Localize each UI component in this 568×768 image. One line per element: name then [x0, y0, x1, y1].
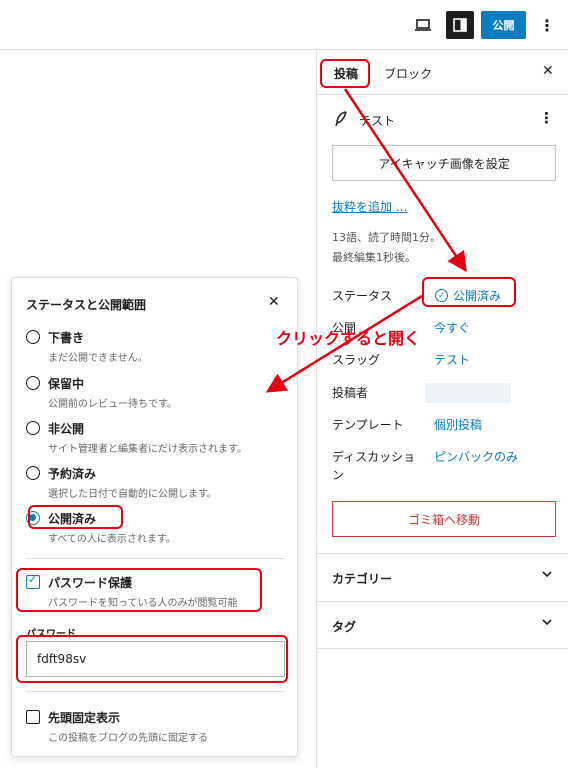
publish-button[interactable]: 公開 [481, 11, 526, 39]
sidebar-toggle-icon [453, 18, 467, 32]
option-label: 非公開 [48, 422, 85, 436]
chevron-down-icon [542, 619, 552, 626]
tab-block[interactable]: ブロック [384, 65, 432, 82]
radio-button[interactable] [26, 330, 40, 344]
popover-title: ステータスと公開範囲 [26, 298, 147, 312]
checkbox[interactable] [26, 710, 40, 724]
sticky-option[interactable]: 先頭固定表示 この投稿をブログの先頭に固定する [26, 708, 286, 748]
option-description: 公開前のレビュー待ちです。 [48, 399, 177, 410]
status-option-pending[interactable]: 保留中 公開前のレビュー待ちです。 [26, 374, 286, 414]
discussion-button[interactable]: ピンバックのみ [434, 448, 518, 465]
preview-button[interactable] [409, 11, 437, 39]
panel-title: カテゴリー [332, 572, 393, 586]
slug-label: スラッグ [332, 353, 381, 367]
option-description: サイト管理者と編集者にだけ表示されます。 [48, 444, 247, 455]
tags-panel[interactable]: タグ [317, 601, 568, 649]
highlight-box [16, 568, 262, 612]
option-label: 保留中 [48, 377, 85, 391]
template-button[interactable]: 個別投稿 [434, 416, 482, 433]
discussion-label: ディスカッション [332, 450, 416, 482]
radio-button[interactable] [26, 376, 40, 390]
option-description: この投稿をブログの先頭に固定する [48, 733, 208, 744]
annotation-text: クリックすると開く [276, 329, 421, 348]
editor-top-toolbar: 公開 ⋮ [0, 0, 568, 50]
radio-button[interactable] [26, 466, 40, 480]
feather-icon [335, 111, 347, 127]
option-label: 下書き [48, 331, 85, 345]
option-description: すべての人に表示されます。 [48, 534, 176, 545]
options-menu-button[interactable]: ⋮ [535, 11, 559, 39]
status-option-draft[interactable]: 下書き まだ公開できません。 [26, 328, 286, 368]
vertical-dots-icon[interactable]: ⋮ [539, 109, 554, 127]
highlight-box [16, 635, 288, 683]
laptop-icon [415, 19, 431, 31]
slug-button[interactable]: テスト [434, 351, 470, 368]
close-icon[interactable]: ✕ [268, 294, 280, 310]
divider [26, 558, 285, 559]
move-to-trash-button[interactable]: ゴミ箱へ移動 [332, 501, 556, 537]
settings-toggle-button[interactable] [446, 11, 474, 39]
add-excerpt-link[interactable]: 抜粋を追加 ... [332, 198, 407, 215]
vertical-dots-icon: ⋮ [539, 15, 555, 35]
template-label: テンプレート [332, 418, 404, 432]
divider [26, 691, 285, 692]
status-label: ステータス [332, 289, 393, 303]
word-count-text: 13語、読了時間1分。 [332, 231, 441, 244]
categories-panel[interactable]: カテゴリー [317, 553, 568, 601]
highlight-box [28, 505, 123, 529]
author-label: 投稿者 [332, 386, 369, 400]
panel-title: タグ [332, 620, 357, 634]
highlight-box [422, 277, 516, 307]
option-label: 先頭固定表示 [48, 711, 121, 725]
author-select-redacted[interactable] [425, 383, 511, 403]
close-icon[interactable]: ✕ [542, 63, 554, 79]
status-visibility-popover: ステータスと公開範囲 ✕ 下書き まだ公開できません。 保留中 公開前のレビュー… [11, 277, 298, 757]
chevron-down-icon [542, 571, 552, 578]
set-featured-image-button[interactable]: アイキャッチ画像を設定 [332, 145, 556, 181]
status-option-scheduled[interactable]: 予約済み 選択した日付で自動的に公開します。 [26, 464, 286, 504]
settings-sidebar: 投稿 ブロック ✕ テスト ⋮ アイキャッチ画像を設定 抜粋を追加 ... 13… [316, 51, 568, 768]
status-option-private[interactable]: 非公開 サイト管理者と編集者にだけ表示されます。 [26, 419, 286, 459]
option-description: まだ公開できません。 [48, 353, 148, 364]
option-description: 選択した日付で自動的に公開します。 [48, 489, 217, 500]
last-edited-text: 最終編集1秒後。 [332, 251, 416, 264]
radio-button[interactable] [26, 421, 40, 435]
publish-date-button[interactable]: 今すぐ [434, 319, 470, 336]
option-label: 予約済み [48, 467, 97, 481]
post-title: テスト [359, 114, 396, 128]
highlight-box [320, 59, 370, 88]
